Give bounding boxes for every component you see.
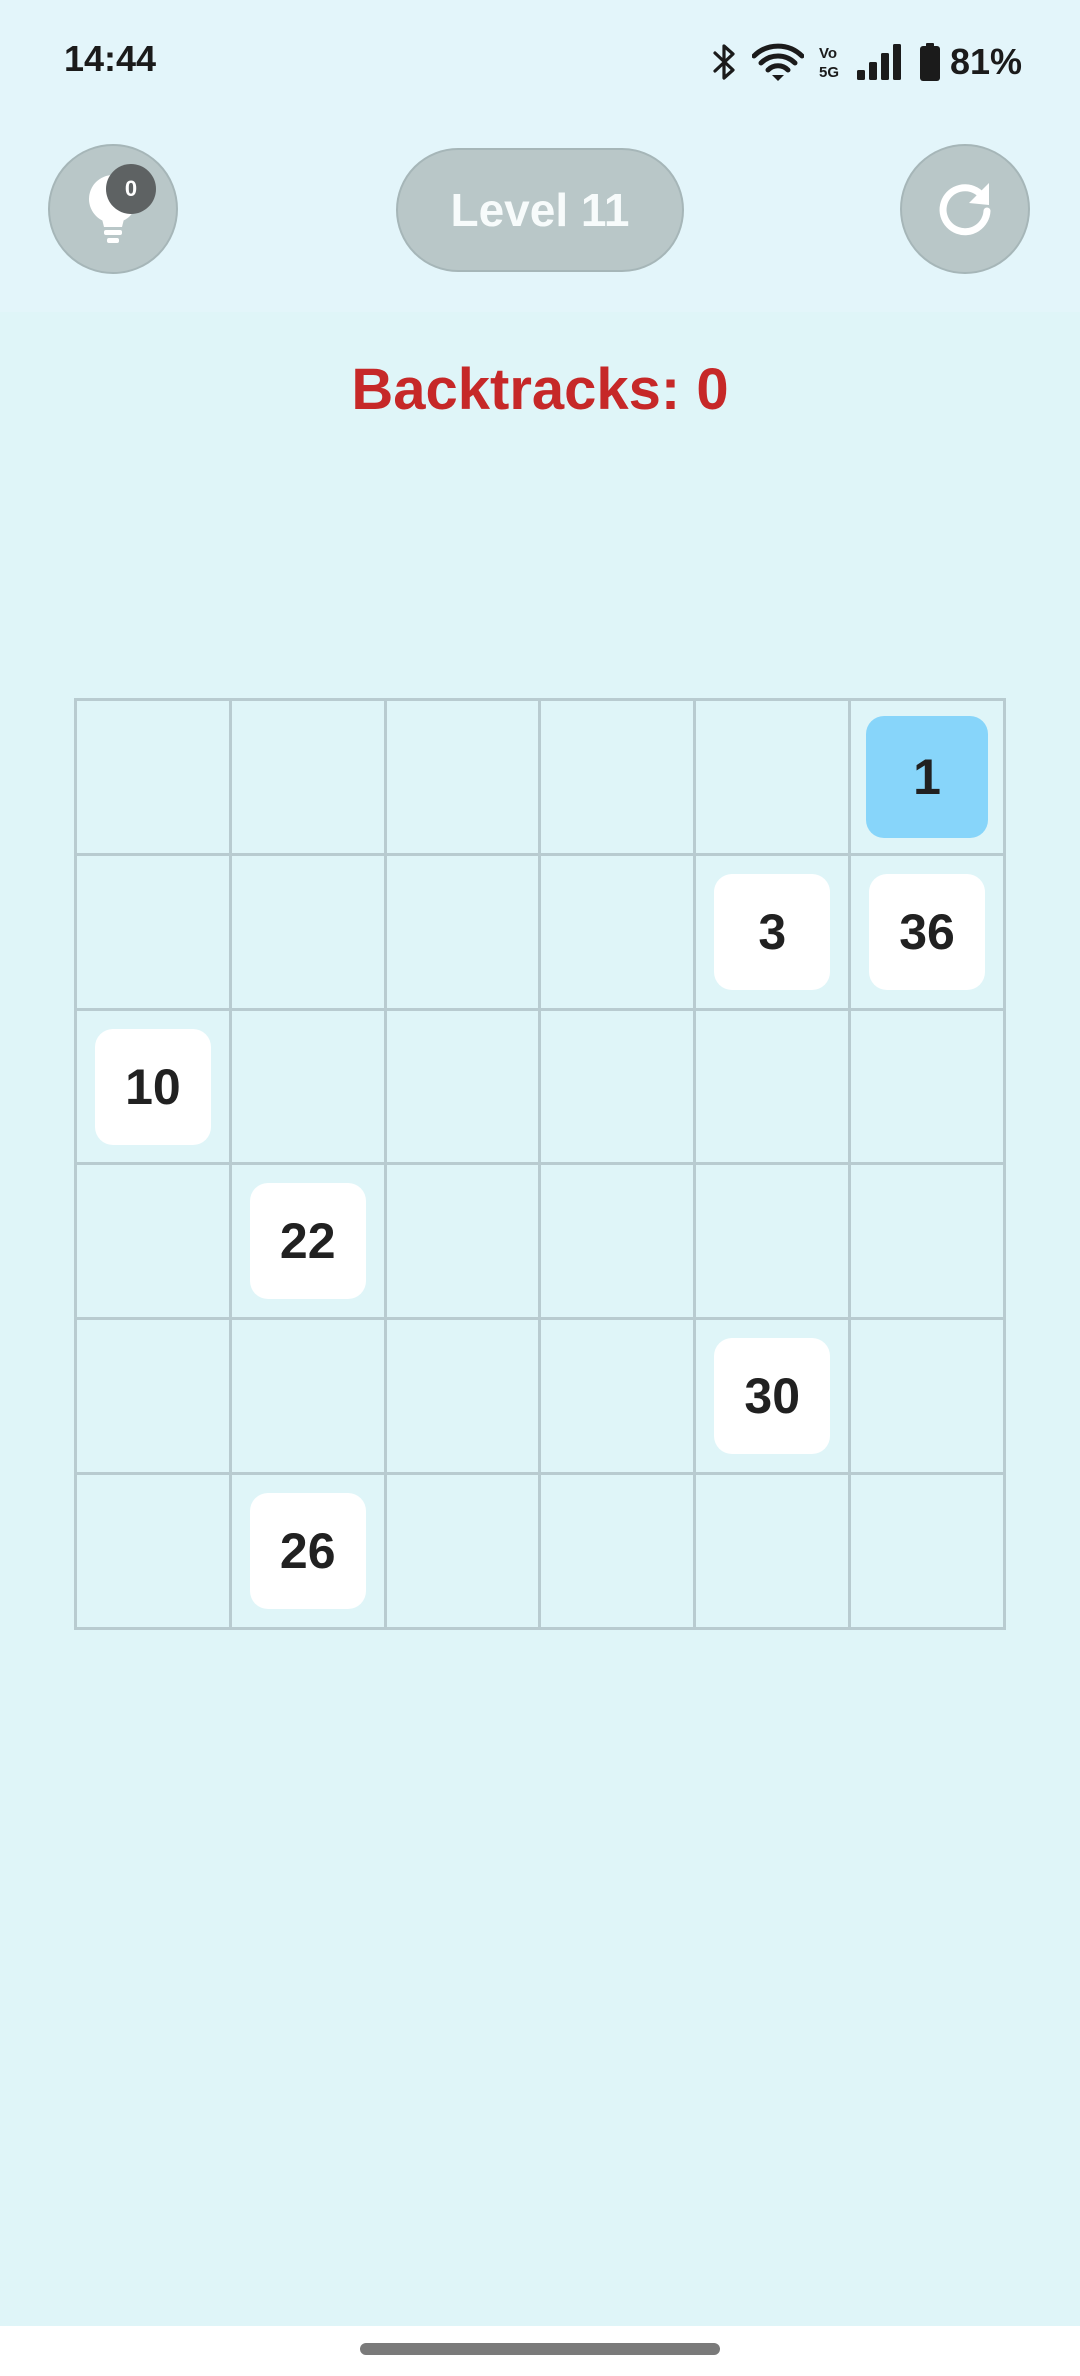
grid-cell[interactable] (386, 701, 542, 856)
restart-button[interactable] (900, 144, 1030, 274)
grid-cell[interactable] (696, 1165, 852, 1321)
level-label[interactable]: Level 11 (396, 148, 684, 272)
grid-cell[interactable] (231, 701, 387, 856)
grid-cell[interactable] (77, 701, 232, 856)
number-tile[interactable]: 3 (714, 873, 831, 990)
grid-cell[interactable] (386, 1165, 542, 1321)
status-icons: Vo 5G 81% (698, 40, 1022, 84)
grid-cell[interactable]: 26 (231, 1475, 387, 1630)
wifi-icon (751, 42, 804, 82)
grid-cell[interactable] (386, 1010, 542, 1166)
bluetooth-icon (712, 42, 738, 82)
grid-cell[interactable] (696, 1010, 852, 1166)
signal-icon (856, 42, 904, 82)
grid-cell[interactable] (541, 701, 697, 856)
grid-cell[interactable] (851, 1320, 1006, 1476)
grid-cell[interactable]: 30 (696, 1320, 852, 1476)
number-tile[interactable]: 36 (869, 873, 986, 990)
grid-cell[interactable]: 36 (851, 855, 1006, 1011)
grid-cell[interactable] (696, 1475, 852, 1630)
number-tile[interactable]: 22 (249, 1183, 366, 1300)
battery-icon (918, 42, 942, 82)
grid-cell[interactable] (541, 1010, 697, 1166)
grid-cell[interactable]: 10 (77, 1010, 232, 1166)
number-tile[interactable]: 10 (94, 1028, 211, 1145)
grid-cell[interactable] (851, 1475, 1006, 1630)
grid-cell[interactable] (696, 701, 852, 856)
home-indicator[interactable] (360, 2343, 720, 2355)
active-number-tile[interactable]: 1 (866, 715, 989, 838)
status-time: 14:44 (64, 38, 157, 79)
restart-icon (933, 175, 997, 244)
grid-cell[interactable]: 22 (231, 1165, 387, 1321)
grid-cell[interactable] (231, 855, 387, 1011)
grid-cell[interactable] (386, 1475, 542, 1630)
status-bar: 14:44 Vo 5G 81% (0, 0, 1080, 128)
grid-cell[interactable] (77, 1165, 232, 1321)
grid-cell[interactable] (231, 1010, 387, 1166)
grid-cell[interactable] (77, 1475, 232, 1630)
grid-cell[interactable] (231, 1320, 387, 1476)
grid-cell[interactable] (541, 1165, 697, 1321)
grid-cell[interactable]: 1 (851, 701, 1006, 856)
grid-cell[interactable] (77, 1320, 232, 1476)
grid-cell[interactable] (386, 855, 542, 1011)
volte-icon: Vo 5G (818, 42, 842, 82)
grid-cell[interactable] (386, 1320, 542, 1476)
svg-text:5G: 5G (819, 64, 839, 81)
number-tile[interactable]: 26 (249, 1493, 366, 1610)
grid-cell[interactable] (541, 855, 697, 1011)
grid-cell[interactable] (851, 1165, 1006, 1321)
hint-button[interactable]: 0 (48, 144, 178, 274)
hint-count-badge: 0 (106, 164, 156, 214)
svg-text:Vo: Vo (819, 45, 837, 62)
grid-cell[interactable] (541, 1320, 697, 1476)
battery-percent: 81% (949, 41, 1022, 82)
grid-cell[interactable] (77, 855, 232, 1011)
number-tile[interactable]: 30 (714, 1338, 831, 1455)
grid-cell[interactable]: 3 (696, 855, 852, 1011)
backtracks-counter: Backtracks: 0 (351, 357, 729, 422)
grid-cell[interactable] (541, 1475, 697, 1630)
grid-cell[interactable] (851, 1010, 1006, 1166)
puzzle-grid: 1 3 36 10 22 30 26 (74, 698, 1006, 1630)
